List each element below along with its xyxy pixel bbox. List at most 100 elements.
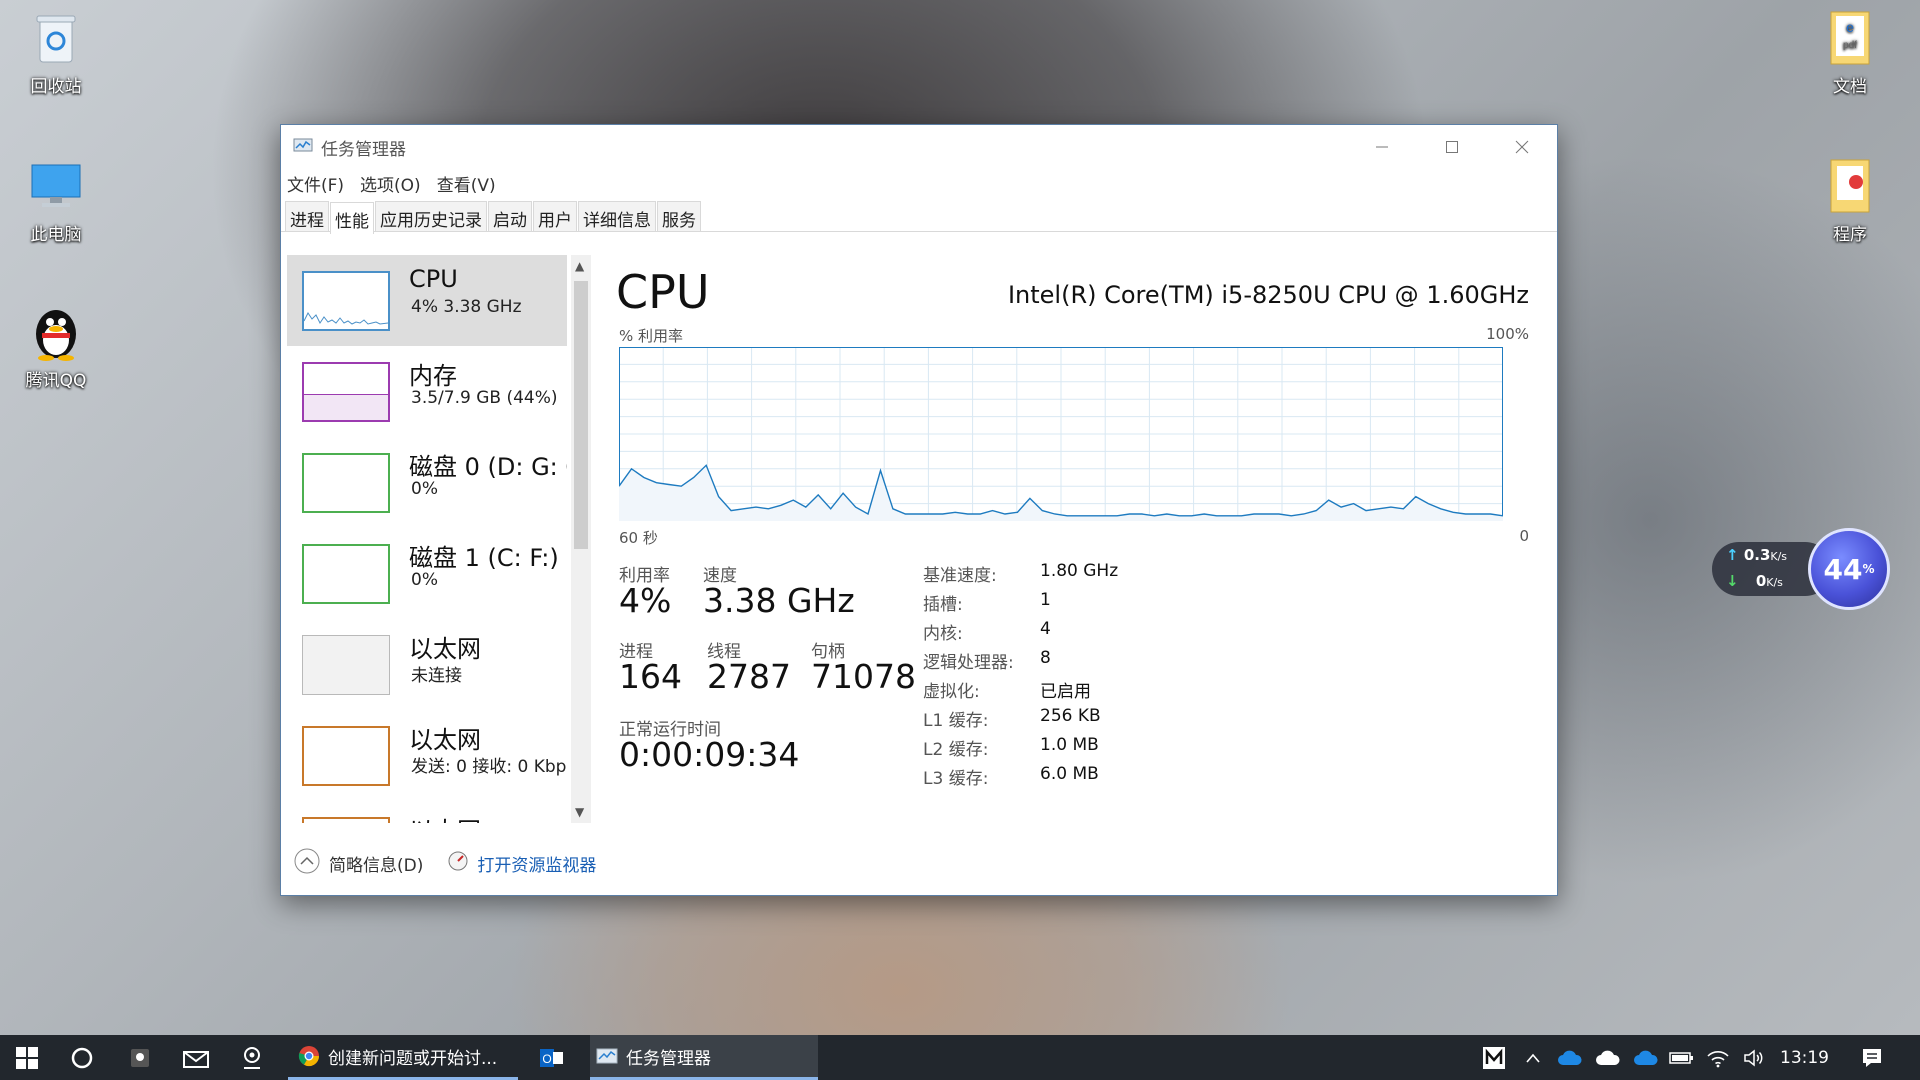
resource-item-disk-0[interactable]: 磁盘 0 (D: G: G 0% — [287, 437, 567, 528]
cloud-icon — [1634, 1050, 1658, 1065]
spec-label: L1 缓存: — [923, 711, 989, 731]
processes-value: 164 — [619, 657, 682, 696]
close-icon — [1515, 140, 1529, 154]
download-arrow-icon: ↓ — [1726, 572, 1739, 590]
onedrive-tray-icon[interactable] — [1554, 1035, 1586, 1080]
action-center-button[interactable] — [1852, 1035, 1892, 1080]
taskbar-task-task-manager[interactable]: 任务管理器 — [590, 1035, 818, 1080]
show-hidden-icons-button[interactable] — [1518, 1035, 1548, 1080]
desktop-icon-label: 腾讯QQ — [25, 371, 87, 391]
spec-label: L3 缓存: — [923, 769, 989, 789]
resource-item-disk-1[interactable]: 磁盘 1 (C: F:) 0% — [287, 528, 567, 619]
network-speed-widget[interactable]: ↑ 0.3K/s ↓ 0K/s 44% — [1712, 528, 1892, 610]
outlook-app-button[interactable]: O — [532, 1035, 572, 1080]
task-manager-icon — [293, 136, 313, 159]
resource-item-memory[interactable]: 内存 3.5/7.9 GB (44%) — [287, 346, 567, 437]
open-resource-monitor-link[interactable]: 打开资源监视器 — [477, 851, 596, 876]
tab-details[interactable]: 详细信息 — [578, 201, 656, 231]
desktop-icon-label: 程序 — [1833, 225, 1867, 245]
start-button[interactable] — [0, 1035, 54, 1080]
collapse-chevron-icon[interactable] — [293, 847, 321, 880]
window-title: 任务管理器 — [321, 139, 406, 160]
menu-file[interactable]: 文件(F) — [287, 171, 344, 196]
close-button[interactable] — [1487, 125, 1557, 169]
m-tray-icon[interactable] — [1478, 1035, 1510, 1080]
speed-value: 3.38 GHz — [703, 581, 855, 620]
task-view-button[interactable] — [116, 1035, 164, 1080]
scrollbar-thumb[interactable] — [574, 281, 588, 549]
desktop-icon-documents[interactable]: e pdf 文档 — [1800, 8, 1900, 97]
maximize-button[interactable] — [1417, 125, 1487, 169]
taskbar-clock[interactable]: 13:19 — [1780, 1035, 1829, 1080]
resource-item-ethernet-2[interactable]: 以太网 发送: 0 接收: 0 Kbp — [287, 710, 567, 801]
resource-item-ethernet-1[interactable]: 以太网 未连接 — [287, 619, 567, 710]
onedrive-personal-tray-icon[interactable] — [1592, 1035, 1624, 1080]
handles-value: 71078 — [811, 657, 916, 696]
scroll-up-icon[interactable]: ▲ — [575, 259, 584, 273]
spec-value: 6.0 MB — [1040, 764, 1099, 784]
speaker-icon — [1744, 1048, 1763, 1067]
minimize-button[interactable] — [1347, 125, 1417, 169]
cortana-button[interactable] — [58, 1035, 106, 1080]
menu-options[interactable]: 选项(O) — [360, 171, 421, 196]
tab-services[interactable]: 服务 — [657, 201, 701, 231]
maps-app-button[interactable] — [228, 1035, 276, 1080]
battery-tray-icon[interactable] — [1666, 1035, 1698, 1080]
ethernet-3-thumbnail-graph — [302, 817, 390, 823]
svg-text:pdf: pdf — [1843, 40, 1857, 51]
memory-fill — [304, 394, 388, 420]
mail-app-button[interactable] — [172, 1035, 220, 1080]
chrome-icon — [298, 1046, 320, 1067]
resource-list-scrollbar[interactable]: ▲ ▼ — [571, 255, 591, 823]
graph-x-start-label: 60 秒 — [619, 529, 658, 547]
ethernet-2-thumbnail-graph — [302, 726, 390, 786]
resource-item-ethernet-3[interactable]: 以太网 — [287, 801, 567, 823]
spec-label: L2 缓存: — [923, 740, 989, 760]
spec-value: 8 — [1040, 648, 1051, 668]
tab-performance[interactable]: 性能 — [330, 202, 374, 234]
tab-users[interactable]: 用户 — [533, 201, 577, 231]
memory-usage-ball[interactable]: 44% — [1808, 528, 1890, 610]
wifi-tray-icon[interactable] — [1702, 1035, 1734, 1080]
desktop-icon-qq[interactable]: 腾讯QQ — [6, 302, 106, 391]
resource-summary: 0% — [411, 479, 438, 499]
resource-list: CPU 4% 3.38 GHz 内存 3.5/7.9 GB (44%) 磁盘 0… — [287, 255, 567, 823]
graph-y-label: % 利用率 — [619, 327, 684, 345]
task-manager-window: 任务管理器 文件(F) 选项(O) 查看(V) 进程 性能 应用历史记录 启动 … — [280, 124, 1558, 896]
qq-penguin-icon — [26, 302, 86, 362]
desktop-icon-programs[interactable]: 程序 — [1800, 156, 1900, 245]
spec-value: 1.0 MB — [1040, 735, 1099, 755]
disk-0-thumbnail-graph — [302, 453, 390, 513]
resource-item-cpu[interactable]: CPU 4% 3.38 GHz — [287, 255, 567, 346]
taskbar: 创建新问题或开始讨... O 任务管理器 13:19 — [0, 1035, 1920, 1080]
resource-name: 以太网 — [409, 726, 481, 754]
taskbar-task-label: 任务管理器 — [626, 1048, 711, 1069]
menu-view[interactable]: 查看(V) — [437, 171, 496, 196]
notification-app-icon — [131, 1048, 149, 1067]
resource-summary: 3.5/7.9 GB (44%) — [411, 388, 558, 408]
volume-tray-icon[interactable] — [1738, 1035, 1770, 1080]
scroll-down-icon[interactable]: ▼ — [575, 805, 584, 819]
notification-icon — [1863, 1048, 1881, 1067]
utilization-value: 4% — [619, 581, 672, 620]
resource-title: CPU — [616, 265, 710, 319]
spec-label: 虚拟化: — [923, 682, 980, 702]
tab-processes[interactable]: 进程 — [285, 201, 329, 231]
taskbar-task-chrome[interactable]: 创建新问题或开始讨... — [288, 1035, 518, 1080]
desktop-icon-recycle-bin[interactable]: 回收站 — [6, 8, 106, 97]
svg-text:O: O — [542, 1052, 551, 1066]
tab-app-history[interactable]: 应用历史记录 — [375, 201, 487, 231]
ethernet-1-thumbnail-graph — [302, 635, 390, 695]
memory-thumbnail-graph — [302, 362, 390, 422]
graph-x-end-label: 0 — [1519, 527, 1529, 545]
wifi-icon — [1707, 1050, 1729, 1067]
onedrive-business-tray-icon[interactable] — [1630, 1035, 1662, 1080]
fewer-details-button[interactable]: 简略信息(D) — [329, 851, 423, 876]
tab-startup[interactable]: 启动 — [488, 201, 532, 231]
spec-value: 1 — [1040, 590, 1051, 610]
desktop-icon-this-pc[interactable]: 此电脑 — [6, 156, 106, 245]
title-bar[interactable]: 任务管理器 — [281, 125, 1557, 169]
download-speed: ↓ 0K/s — [1726, 572, 1783, 590]
cortana-circle-icon — [71, 1047, 93, 1068]
resource-summary: 发送: 0 接收: 0 Kbp — [411, 757, 567, 777]
